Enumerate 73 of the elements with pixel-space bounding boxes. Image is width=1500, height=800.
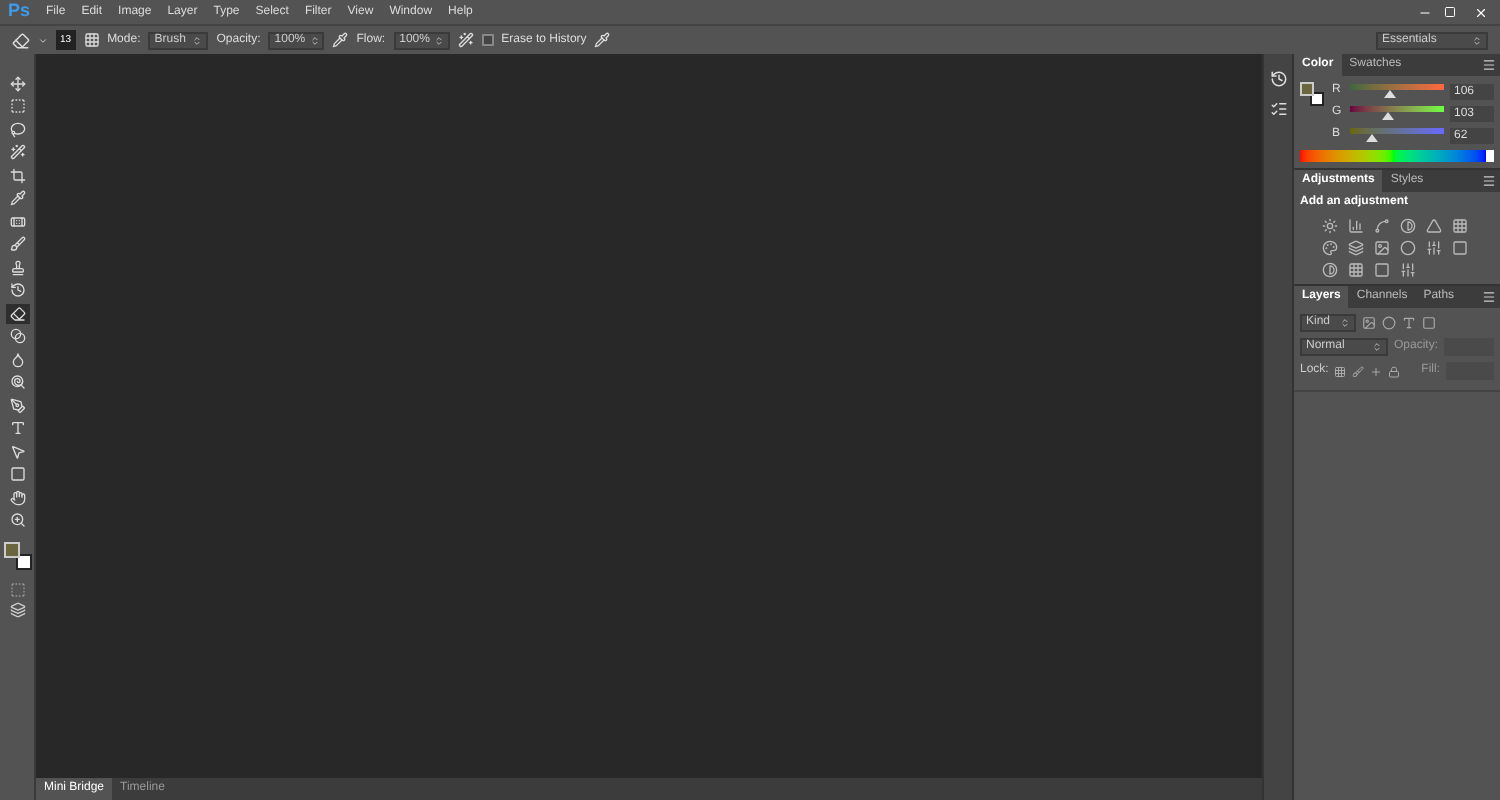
stepper-icon <box>1472 35 1482 45</box>
history-icon[interactable] <box>1269 70 1287 88</box>
shape-filter-icon[interactable] <box>1422 316 1436 330</box>
image-icon[interactable] <box>1374 240 1390 256</box>
curves-icon[interactable] <box>1374 218 1390 234</box>
rectangle-icon[interactable] <box>5 465 29 484</box>
foreground-swatch[interactable] <box>3 542 19 558</box>
brush-icon[interactable] <box>5 235 29 254</box>
grid-icon[interactable] <box>1452 218 1468 234</box>
gradient-map-icon[interactable] <box>1400 262 1416 278</box>
map-icon[interactable] <box>1348 262 1364 278</box>
lock-brush-icon[interactable] <box>1352 365 1365 377</box>
color-slider[interactable] <box>1350 127 1444 143</box>
triangle-icon[interactable] <box>1426 218 1442 234</box>
pressure-size-icon[interactable] <box>594 32 611 48</box>
color-slider[interactable] <box>1350 83 1444 99</box>
checkbox[interactable] <box>481 34 494 46</box>
slider-thumb[interactable] <box>1366 133 1379 141</box>
dodge-icon[interactable] <box>5 373 29 392</box>
stepper-icon <box>309 35 320 45</box>
panel-menu-icon[interactable] <box>1482 58 1496 72</box>
background-swatch[interactable] <box>1310 92 1324 106</box>
history-brush-icon[interactable] <box>5 281 29 300</box>
stepper-icon <box>1372 342 1382 352</box>
sliders-icon[interactable] <box>1426 240 1442 256</box>
color-slider[interactable] <box>1350 105 1444 121</box>
exposure-icon[interactable] <box>1400 218 1416 234</box>
panel-menu-icon[interactable] <box>1482 174 1496 188</box>
stepper-icon <box>1340 318 1350 328</box>
panel-menu-icon[interactable] <box>1482 290 1496 304</box>
slider-thumb[interactable] <box>1383 89 1396 97</box>
move-icon[interactable] <box>5 74 29 93</box>
eraser-icon[interactable] <box>5 304 29 323</box>
zoom-icon[interactable] <box>5 511 29 530</box>
eyedropper-icon[interactable] <box>5 189 29 208</box>
palette-icon[interactable] <box>1322 240 1338 256</box>
circle-icon[interactable] <box>1400 240 1416 256</box>
crop-icon[interactable] <box>5 166 29 185</box>
hand-icon[interactable] <box>5 488 29 507</box>
lock-icon[interactable] <box>1388 365 1401 377</box>
screen-mode-icon[interactable] <box>9 602 25 618</box>
brush-panel-icon[interactable] <box>83 32 100 48</box>
slider-thumb[interactable] <box>1381 111 1394 119</box>
close-icon[interactable] <box>1474 5 1488 19</box>
eraser-icon[interactable] <box>12 31 30 49</box>
threshold-icon[interactable] <box>1374 262 1390 278</box>
pressure-opacity-icon[interactable] <box>332 32 349 48</box>
stepper-icon <box>433 35 444 45</box>
properties-icon[interactable] <box>1269 100 1287 118</box>
lock-position-icon[interactable] <box>1370 365 1383 377</box>
airbrush-icon[interactable] <box>457 32 474 48</box>
pen-icon[interactable] <box>5 396 29 415</box>
contrast-icon[interactable] <box>1322 262 1338 278</box>
sun-icon[interactable] <box>1322 218 1338 234</box>
bandage-icon[interactable] <box>5 212 29 231</box>
lock-pixels-icon[interactable] <box>1334 365 1347 377</box>
marquee-icon[interactable] <box>5 97 29 116</box>
background-swatch[interactable] <box>15 554 31 570</box>
layers-icon[interactable] <box>1348 240 1364 256</box>
color-spectrum-bar[interactable] <box>1300 150 1494 162</box>
lasso-icon[interactable] <box>5 120 29 139</box>
caret-icon[interactable] <box>38 35 48 45</box>
square-icon[interactable] <box>1452 240 1468 256</box>
levels-icon[interactable] <box>1348 218 1364 234</box>
foreground-swatch[interactable] <box>1300 82 1314 96</box>
wand-icon[interactable] <box>5 143 29 162</box>
maximize-icon[interactable] <box>1444 6 1456 18</box>
gradient-icon[interactable] <box>5 327 29 346</box>
app-logo: Ps <box>6 0 33 25</box>
type-filter-icon[interactable] <box>1402 316 1416 330</box>
pixel-filter-icon[interactable] <box>1362 316 1376 330</box>
stepper-icon <box>192 35 203 45</box>
adjustment-filter-icon[interactable] <box>1382 316 1396 330</box>
